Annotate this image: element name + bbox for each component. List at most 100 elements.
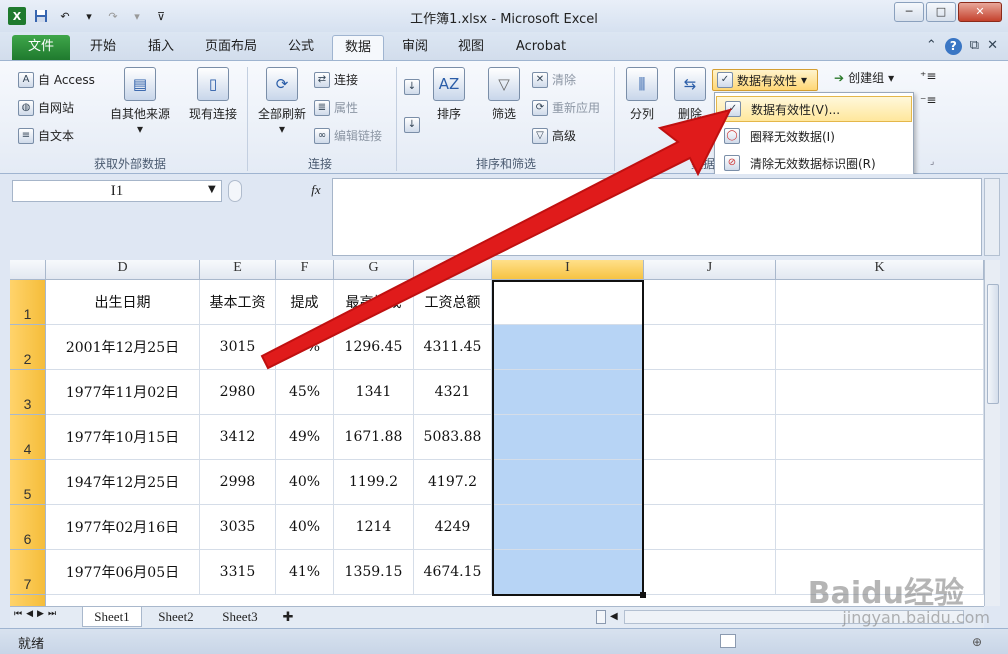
table-cell[interactable]: 1359.15: [334, 550, 414, 595]
close-button[interactable]: ✕: [958, 2, 1002, 22]
select-all-corner[interactable]: [10, 260, 46, 280]
table-cell[interactable]: 1977年11月02日: [46, 370, 200, 415]
table-cell[interactable]: 1977年02月16日: [46, 505, 200, 550]
sheet-tab-2[interactable]: Sheet2: [146, 607, 206, 627]
name-box[interactable]: I1: [12, 180, 222, 202]
tab-acrobat[interactable]: Acrobat: [506, 35, 576, 60]
hide-detail-icon[interactable]: ⁻≡: [920, 93, 936, 107]
formula-bar-scrollbar[interactable]: [984, 178, 1000, 256]
empty-cell-j[interactable]: [644, 415, 776, 460]
clear-filter-button[interactable]: ✕ 清除: [532, 71, 576, 88]
data-validation-button[interactable]: ✓ 数据有效性 ▾: [712, 69, 818, 91]
header-cell[interactable]: 基本工资: [200, 280, 276, 325]
column-header-g[interactable]: G: [334, 260, 414, 280]
edit-links-button[interactable]: ∞ 编辑链接: [314, 127, 382, 144]
tab-data[interactable]: 数据: [332, 35, 384, 60]
zoom-in-icon[interactable]: ⊕: [972, 635, 982, 649]
insert-sheet-icon[interactable]: ✚: [276, 607, 300, 627]
group-button[interactable]: ➔ 创建组 ▾: [834, 69, 894, 86]
sheet-tab-1[interactable]: Sheet1: [82, 607, 142, 627]
row-header-3[interactable]: 3: [10, 370, 46, 415]
table-cell[interactable]: 4321: [414, 370, 492, 415]
restore-workbook-icon[interactable]: ⧉: [970, 38, 979, 55]
table-cell[interactable]: 40%: [276, 505, 334, 550]
empty-cell-k[interactable]: [776, 460, 984, 505]
empty-cell-i[interactable]: [492, 280, 644, 325]
table-cell[interactable]: 5083.88: [414, 415, 492, 460]
table-cell[interactable]: 40%: [276, 460, 334, 505]
table-cell[interactable]: 1977年06月05日: [46, 550, 200, 595]
hscroll-left-icon[interactable]: ◀: [610, 611, 618, 622]
from-text-button[interactable]: ≡ 自文本: [18, 127, 74, 144]
empty-cell-j[interactable]: [644, 280, 776, 325]
table-cell[interactable]: 3035: [200, 505, 276, 550]
from-web-button[interactable]: ◍ 自网站: [18, 99, 74, 116]
column-header-d[interactable]: D: [46, 260, 200, 280]
empty-cell-i[interactable]: [492, 415, 644, 460]
formula-bar-resize-handle[interactable]: [228, 180, 242, 202]
column-header-h[interactable]: H: [414, 260, 492, 280]
vertical-scroll-thumb[interactable]: [987, 284, 999, 404]
empty-cell-i[interactable]: [492, 505, 644, 550]
table-cell[interactable]: 43%: [276, 325, 334, 370]
maximize-button[interactable]: □: [926, 2, 956, 22]
table-cell[interactable]: 4674.15: [414, 550, 492, 595]
reapply-button[interactable]: ⟳ 重新应用: [532, 99, 600, 116]
table-cell[interactable]: 4197.2: [414, 460, 492, 505]
header-cell[interactable]: 提成: [276, 280, 334, 325]
remove-duplicates-button[interactable]: ⇆ 删除: [670, 67, 710, 122]
column-header-j[interactable]: J: [644, 260, 776, 280]
help-icon[interactable]: ?: [944, 38, 962, 55]
table-cell[interactable]: 3412: [200, 415, 276, 460]
row-header-4[interactable]: 4: [10, 415, 46, 460]
vertical-scrollbar[interactable]: [984, 260, 1000, 606]
menu-item-data-validation[interactable]: ✓ 数据有效性(V)...: [716, 96, 912, 122]
tab-page-layout[interactable]: 页面布局: [196, 35, 266, 60]
empty-cell-k[interactable]: [776, 415, 984, 460]
table-cell[interactable]: 1671.88: [334, 415, 414, 460]
close-workbook-icon[interactable]: ✕: [987, 38, 998, 55]
tab-insert[interactable]: 插入: [138, 35, 184, 60]
empty-cell-j[interactable]: [644, 550, 776, 595]
normal-view-icon[interactable]: [720, 634, 736, 648]
empty-cell-k[interactable]: [776, 505, 984, 550]
row-header-5[interactable]: 5: [10, 460, 46, 505]
fill-handle[interactable]: [640, 592, 646, 598]
show-detail-icon[interactable]: ⁺≡: [920, 69, 936, 83]
minimize-button[interactable]: ─: [894, 2, 924, 22]
menu-item-clear-circles[interactable]: ⊘ 清除无效数据标识圈(R): [716, 150, 912, 176]
header-cell[interactable]: 最高提成: [334, 280, 414, 325]
sort-button[interactable]: AZ 排序: [430, 67, 468, 122]
column-header-i[interactable]: I: [492, 260, 644, 280]
existing-connections-button[interactable]: ▯ 现有连接: [184, 67, 242, 122]
properties-button[interactable]: ≣ 属性: [314, 99, 358, 116]
other-sources-button[interactable]: ▤ 自其他来源 ▾: [106, 67, 174, 136]
empty-cell-j[interactable]: [644, 325, 776, 370]
table-cell[interactable]: 1199.2: [334, 460, 414, 505]
table-cell[interactable]: 2001年12月25日: [46, 325, 200, 370]
row-header-2[interactable]: 2: [10, 325, 46, 370]
formula-input[interactable]: [332, 178, 982, 256]
sheet-nav-icon[interactable]: ⏮◀▶⏭: [14, 609, 60, 619]
text-to-columns-button[interactable]: ⫼ 分列: [620, 67, 664, 122]
table-cell[interactable]: 4249: [414, 505, 492, 550]
column-header-f[interactable]: F: [276, 260, 334, 280]
table-cell[interactable]: 41%: [276, 550, 334, 595]
outline-dialog-launcher-icon[interactable]: ⌟: [930, 157, 934, 167]
filter-button[interactable]: ▽ 筛选: [484, 67, 524, 122]
refresh-all-button[interactable]: ⟳ 全部刷新 ▾: [252, 67, 312, 136]
table-cell[interactable]: 3315: [200, 550, 276, 595]
empty-cell-k[interactable]: [776, 280, 984, 325]
tab-home[interactable]: 开始: [80, 35, 126, 60]
table-cell[interactable]: 2998: [200, 460, 276, 505]
empty-cell-j[interactable]: [644, 505, 776, 550]
tab-review[interactable]: 审阅: [392, 35, 438, 60]
row-header-1[interactable]: 1: [10, 280, 46, 325]
table-cell[interactable]: 1341: [334, 370, 414, 415]
table-cell[interactable]: 4311.45: [414, 325, 492, 370]
table-cell[interactable]: 2980: [200, 370, 276, 415]
empty-cell-i[interactable]: [492, 460, 644, 505]
row-header-partial[interactable]: [10, 595, 46, 606]
tab-formulas[interactable]: 公式: [278, 35, 324, 60]
header-cell[interactable]: 出生日期: [46, 280, 200, 325]
